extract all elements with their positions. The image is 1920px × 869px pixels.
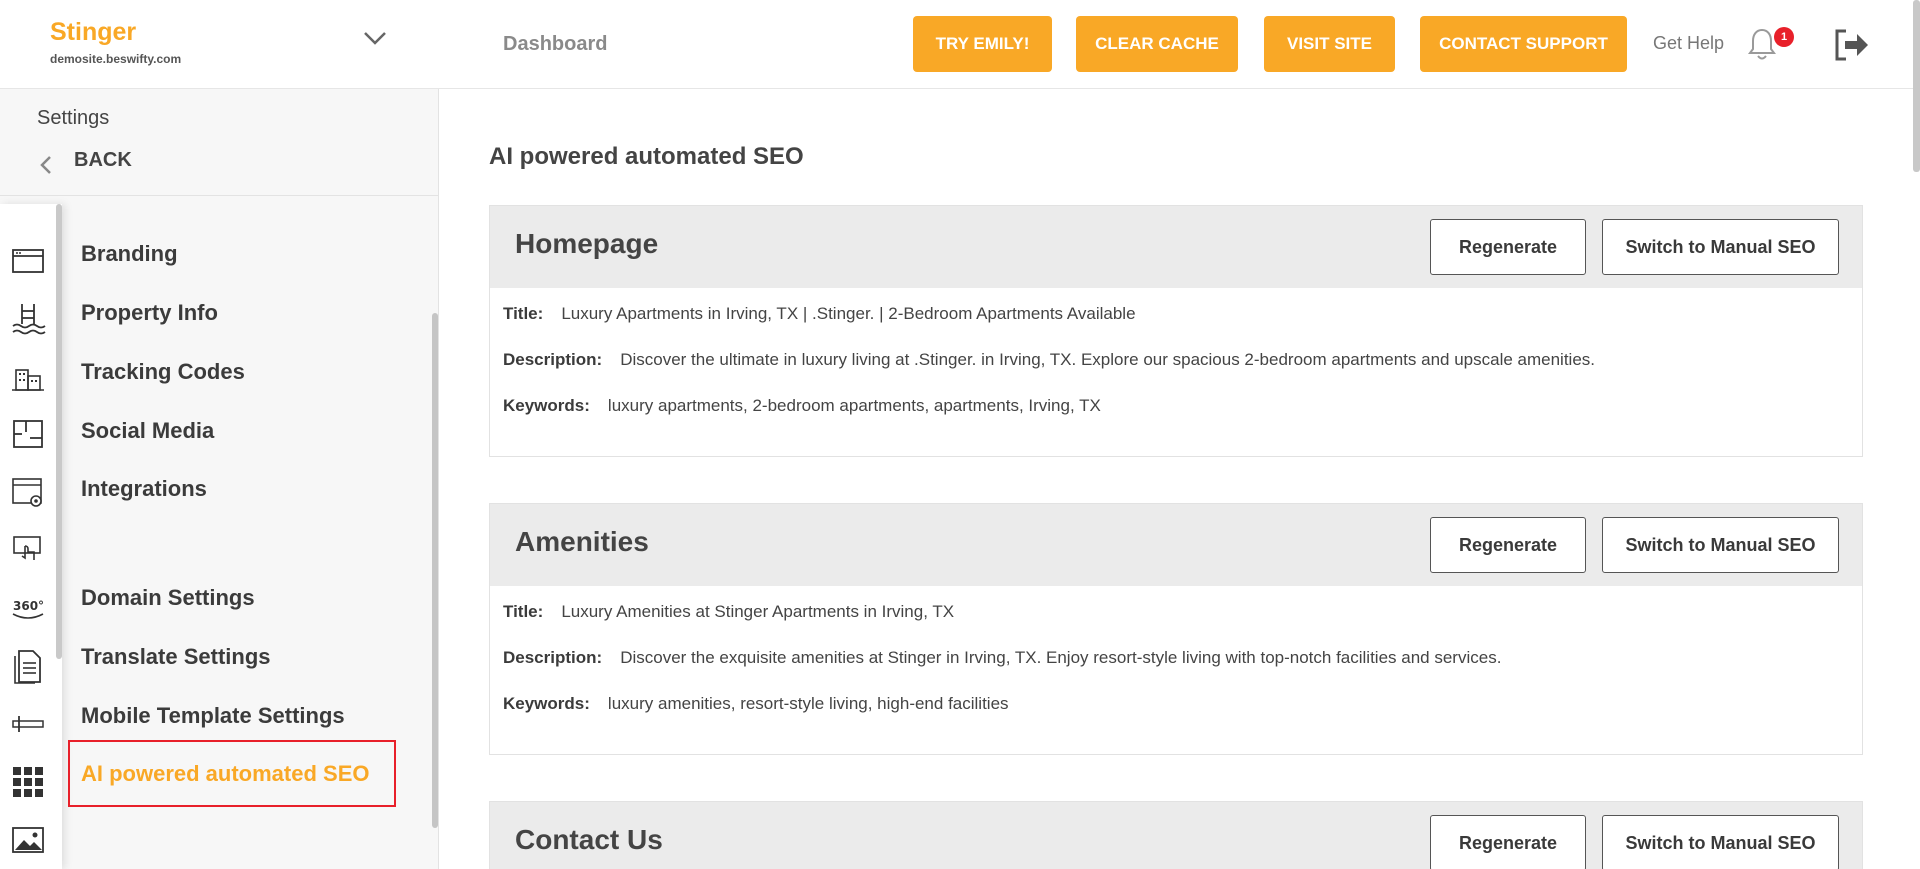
seo-card-amenities: Amenities Regenerate Switch to Manual SE…: [489, 503, 1863, 755]
back-button[interactable]: BACK: [36, 145, 132, 175]
buildings-icon[interactable]: [10, 358, 46, 394]
description-label: Description:: [503, 350, 603, 369]
web-settings-icon[interactable]: [10, 474, 46, 510]
seo-title-row: Title: Luxury Amenities at Stinger Apart…: [503, 602, 1849, 648]
document-icon[interactable]: [10, 648, 46, 684]
page-scrollbar[interactable]: [1913, 0, 1920, 172]
seo-keywords-value: luxury amenities, resort-style living, h…: [607, 694, 1009, 713]
seo-keywords-row: Keywords: luxury amenities, resort-style…: [503, 694, 1849, 740]
settings-header: Settings BACK: [0, 89, 439, 196]
get-help-link[interactable]: Get Help: [1653, 33, 1724, 54]
360-view-icon[interactable]: 360°: [10, 590, 46, 626]
try-emily-button[interactable]: TRY EMILY!: [913, 16, 1052, 72]
seo-description-row: Description: Discover the ultimate in lu…: [503, 350, 1849, 396]
card-header: Homepage Regenerate Switch to Manual SEO: [490, 206, 1862, 288]
card-header: Contact Us Regenerate Switch to Manual S…: [490, 802, 1862, 869]
seo-card-homepage: Homepage Regenerate Switch to Manual SEO…: [489, 205, 1863, 457]
keywords-label: Keywords:: [503, 694, 590, 713]
seo-keywords-row: Keywords: luxury apartments, 2-bedroom a…: [503, 396, 1849, 442]
slider-icon[interactable]: [10, 706, 46, 742]
menu-item-ai-seo[interactable]: AI powered automated SEO: [81, 761, 370, 787]
menu-item-property-info[interactable]: Property Info: [81, 300, 218, 326]
menu-item-social-media[interactable]: Social Media: [81, 418, 214, 444]
chevron-down-icon[interactable]: [362, 28, 388, 48]
keywords-label: Keywords:: [503, 396, 590, 415]
card-body: Title: Luxury Amenities at Stinger Apart…: [490, 586, 1862, 754]
title-label: Title:: [503, 602, 544, 621]
settings-sidebar: Stinger demosite.beswifty.com Settings B…: [0, 0, 439, 869]
regenerate-button[interactable]: Regenerate: [1430, 219, 1586, 275]
browser-window-icon[interactable]: [10, 242, 46, 278]
bell-icon[interactable]: [1746, 26, 1778, 62]
card-title: Homepage: [515, 228, 659, 259]
icon-toolbar: 360°: [0, 204, 62, 869]
menu-item-branding[interactable]: Branding: [81, 241, 178, 267]
pool-icon[interactable]: [10, 300, 46, 336]
menu-item-tracking-codes[interactable]: Tracking Codes: [81, 359, 245, 385]
menu-item-mobile-template-settings[interactable]: Mobile Template Settings: [81, 703, 345, 729]
svg-text:360°: 360°: [13, 599, 44, 613]
switch-to-manual-seo-button[interactable]: Switch to Manual SEO: [1602, 517, 1839, 573]
grid-icon[interactable]: [10, 764, 46, 800]
menu-item-translate-settings[interactable]: Translate Settings: [81, 644, 271, 670]
main-content: AI powered automated SEO Homepage Regene…: [439, 89, 1920, 869]
switch-to-manual-seo-button[interactable]: Switch to Manual SEO: [1602, 219, 1839, 275]
brand-domain: demosite.beswifty.com: [50, 52, 182, 66]
seo-description-row: Description: Discover the exquisite amen…: [503, 648, 1849, 694]
chevron-left-icon: [36, 153, 56, 177]
contact-support-button[interactable]: CONTACT SUPPORT: [1420, 16, 1627, 72]
breadcrumb-dashboard[interactable]: Dashboard: [503, 33, 607, 56]
image-icon[interactable]: [10, 822, 46, 858]
notification-badge: 1: [1774, 27, 1794, 47]
back-label: BACK: [74, 148, 132, 171]
floorplan-icon[interactable]: [10, 416, 46, 452]
settings-title: Settings: [37, 107, 110, 129]
visit-site-button[interactable]: VISIT SITE: [1264, 16, 1395, 72]
page-title: AI powered automated SEO: [489, 143, 804, 170]
brand-name: Stinger: [50, 18, 137, 46]
menu-item-domain-settings[interactable]: Domain Settings: [81, 585, 255, 611]
clear-cache-button[interactable]: CLEAR CACHE: [1076, 16, 1238, 72]
touch-screen-icon[interactable]: [10, 532, 46, 568]
logout-icon[interactable]: [1832, 28, 1870, 62]
card-title: Amenities: [515, 526, 649, 557]
seo-description-value: Discover the ultimate in luxury living a…: [620, 350, 1596, 369]
seo-keywords-value: luxury apartments, 2-bedroom apartments,…: [607, 396, 1101, 415]
description-label: Description:: [503, 648, 603, 667]
regenerate-button[interactable]: Regenerate: [1430, 517, 1586, 573]
title-label: Title:: [503, 304, 544, 323]
card-title: Contact Us: [515, 824, 663, 855]
seo-title-value: Luxury Apartments in Irving, TX | .Sting…: [561, 304, 1136, 323]
seo-title-value: Luxury Amenities at Stinger Apartments i…: [561, 602, 955, 621]
icon-toolbar-scrollbar[interactable]: [56, 204, 62, 659]
regenerate-button[interactable]: Regenerate: [1430, 815, 1586, 869]
menu-item-integrations[interactable]: Integrations: [81, 476, 207, 502]
menu-scrollbar[interactable]: [432, 313, 438, 828]
switch-to-manual-seo-button[interactable]: Switch to Manual SEO: [1602, 815, 1839, 869]
top-bar: Dashboard TRY EMILY! CLEAR CACHE VISIT S…: [439, 0, 1920, 89]
seo-title-row: Title: Luxury Apartments in Irving, TX |…: [503, 304, 1849, 350]
card-header: Amenities Regenerate Switch to Manual SE…: [490, 504, 1862, 586]
seo-card-contact-us: Contact Us Regenerate Switch to Manual S…: [489, 801, 1863, 869]
card-body: Title: Luxury Apartments in Irving, TX |…: [490, 288, 1862, 456]
brand-header: Stinger demosite.beswifty.com: [0, 0, 439, 89]
seo-description-value: Discover the exquisite amenities at Stin…: [620, 648, 1502, 667]
